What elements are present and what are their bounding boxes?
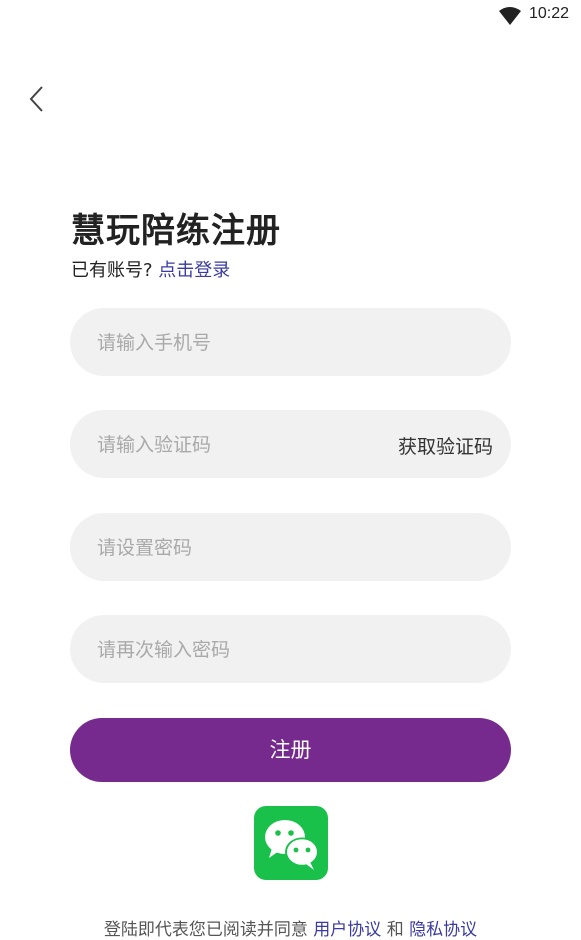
code-field[interactable]: 获取验证码	[70, 410, 511, 480]
code-input[interactable]	[95, 410, 389, 480]
agreement-prefix: 登陆即代表您已阅读并同意	[103, 920, 308, 940]
login-prompt-text: 已有账号?	[71, 260, 153, 281]
phone-input[interactable]	[95, 308, 389, 378]
privacy-policy-link[interactable]: 隐私协议	[409, 920, 477, 940]
status-time: 10:22	[529, 5, 570, 22]
wechat-icon	[265, 820, 319, 870]
login-prompt: 已有账号? 点击登录	[71, 256, 230, 282]
page-title: 慧玩陪练注册	[71, 211, 281, 251]
password-confirm-field[interactable]	[70, 615, 511, 685]
password-confirm-input[interactable]	[95, 615, 389, 685]
register-button[interactable]: 注册	[70, 718, 511, 782]
back-chevron-icon[interactable]	[26, 84, 48, 114]
password-input[interactable]	[95, 513, 389, 583]
phone-field[interactable]	[70, 308, 511, 378]
status-bar: 10:22	[0, 0, 581, 34]
wechat-login-button[interactable]	[254, 806, 328, 880]
wifi-icon	[499, 7, 521, 25]
password-field[interactable]	[70, 513, 511, 583]
get-code-button[interactable]: 获取验证码	[398, 432, 493, 459]
agreement-text: 登陆即代表您已阅读并同意 用户协议 和 隐私协议	[0, 915, 581, 940]
login-link[interactable]: 点击登录	[158, 260, 230, 281]
agreement-and: 和	[386, 920, 404, 940]
user-agreement-link[interactable]: 用户协议	[313, 920, 381, 940]
